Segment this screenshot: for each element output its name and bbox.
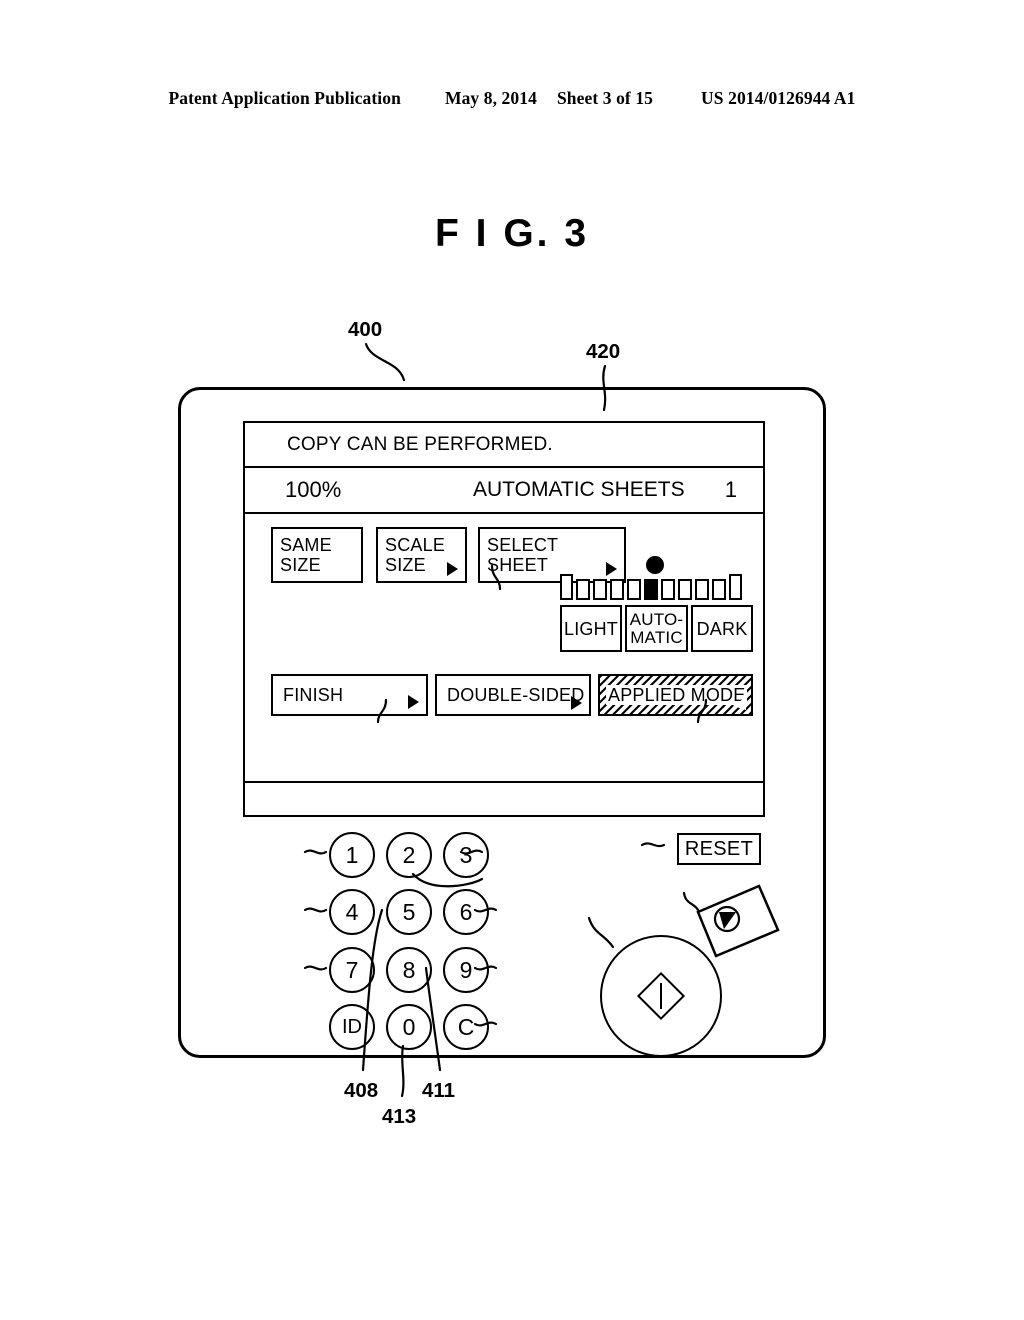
- key-6[interactable]: 6: [443, 889, 489, 935]
- display-body: SAME SIZE SCALE SIZE SELECT SHEET LIGHT …: [245, 514, 763, 728]
- same-size-button[interactable]: SAME SIZE: [271, 527, 363, 583]
- reset-button[interactable]: RESET: [677, 833, 761, 865]
- automatic-density-button[interactable]: AUTO- MATIC: [625, 605, 688, 652]
- display-footer-row: [245, 781, 763, 816]
- copy-status-row: 100% AUTOMATIC SHEETS 1: [245, 468, 763, 514]
- leader-400: [364, 342, 406, 382]
- scale-size-label: SCALE SIZE: [385, 535, 446, 575]
- publication-label: Patent Application Publication: [168, 88, 401, 108]
- density-tick-3[interactable]: [610, 579, 624, 600]
- key-clear[interactable]: C: [443, 1004, 489, 1050]
- select-sheet-label: SELECT SHEET: [487, 535, 558, 575]
- key-id[interactable]: ID: [329, 1004, 375, 1050]
- finish-label: FINISH: [283, 685, 344, 705]
- light-button[interactable]: LIGHT: [560, 605, 622, 652]
- copy-count-value: 1: [724, 477, 737, 502]
- key-0[interactable]: 0: [386, 1004, 432, 1050]
- scale-size-button[interactable]: SCALE SIZE: [376, 527, 467, 583]
- ref-400-panel: 400: [348, 318, 383, 341]
- finish-button[interactable]: FINISH: [271, 674, 428, 716]
- density-tick-9[interactable]: [712, 579, 726, 600]
- sheet-number: Sheet 3 of 15: [556, 88, 654, 108]
- double-sided-button[interactable]: DOUBLE-SIDED: [435, 674, 591, 716]
- ref-411-key8: 411: [422, 1079, 456, 1102]
- zoom-ratio-value: 100%: [285, 477, 342, 502]
- key-8[interactable]: 8: [386, 947, 432, 993]
- patent-number: US 2014/0126944 A1: [701, 88, 856, 108]
- same-size-label: SAME SIZE: [280, 535, 332, 575]
- display-screen[interactable]: COPY CAN BE PERFORMED. 100% AUTOMATIC SH…: [243, 421, 765, 817]
- publication-date: May 8, 2014: [444, 88, 537, 108]
- automatic-label: AUTO- MATIC: [629, 609, 684, 647]
- density-marker-icon: [646, 556, 664, 574]
- chevron-right-icon: [571, 696, 582, 710]
- status-message: COPY CAN BE PERFORMED.: [287, 433, 553, 455]
- start-button[interactable]: [600, 935, 722, 1057]
- key-9[interactable]: 9: [443, 947, 489, 993]
- applied-mode-button[interactable]: APPLIED MODE: [598, 674, 753, 716]
- ref-408-key5: 408: [344, 1079, 379, 1102]
- density-tick-6[interactable]: [661, 579, 675, 600]
- dark-label: DARK: [696, 618, 748, 639]
- dark-button[interactable]: DARK: [691, 605, 753, 652]
- double-sided-label: DOUBLE-SIDED: [447, 685, 585, 705]
- light-label: LIGHT: [563, 618, 618, 639]
- chevron-right-icon: [447, 562, 458, 576]
- patent-header: Patent Application Publication May 8, 201…: [0, 88, 1024, 109]
- chevron-right-icon: [408, 695, 419, 709]
- paper-source-value: AUTOMATIC SHEETS: [473, 478, 685, 501]
- density-tick-8[interactable]: [695, 579, 709, 600]
- density-tick-10[interactable]: [729, 574, 742, 600]
- cursor-arrow-icon: [733, 697, 746, 710]
- key-3[interactable]: 3: [443, 832, 489, 878]
- key-2[interactable]: 2: [386, 832, 432, 878]
- key-4[interactable]: 4: [329, 889, 375, 935]
- density-tick-1[interactable]: [576, 579, 590, 600]
- key-1[interactable]: 1: [329, 832, 375, 878]
- density-tick-2[interactable]: [593, 579, 607, 600]
- density-tick-5-selected[interactable]: [644, 579, 658, 600]
- density-tick-7[interactable]: [678, 579, 692, 600]
- ref-420-display: 420: [586, 340, 621, 363]
- ref-413-key0: 413: [382, 1105, 417, 1128]
- key-5[interactable]: 5: [386, 889, 432, 935]
- figure-title: F I G. 3: [434, 212, 590, 255]
- density-scale[interactable]: [560, 574, 742, 600]
- status-message-row: COPY CAN BE PERFORMED.: [245, 423, 763, 468]
- operation-panel: COPY CAN BE PERFORMED. 100% AUTOMATIC SH…: [178, 387, 826, 1058]
- key-7[interactable]: 7: [329, 947, 375, 993]
- start-bar-icon: [659, 983, 663, 1009]
- density-tick-0[interactable]: [560, 574, 573, 600]
- density-tick-4[interactable]: [627, 579, 641, 600]
